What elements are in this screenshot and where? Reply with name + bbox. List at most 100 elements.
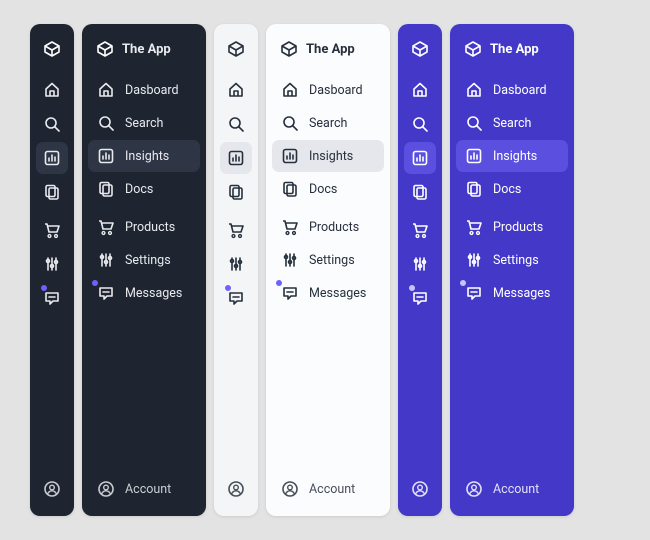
- sidebar-item-products[interactable]: Products: [88, 211, 200, 243]
- notification-dot: [460, 280, 466, 286]
- sidebar-item-settings[interactable]: Settings: [272, 244, 384, 276]
- logo-icon: [464, 40, 482, 58]
- sidebar-item-settings[interactable]: Settings: [456, 244, 568, 276]
- sidebar-item-search[interactable]: [220, 108, 252, 140]
- notification-dot: [225, 285, 231, 291]
- account-icon: [411, 480, 429, 498]
- sidebar-item-dashboard[interactable]: Dasboard: [88, 74, 200, 106]
- sidebar-item-search[interactable]: Search: [88, 107, 200, 139]
- brand: The App: [456, 34, 568, 68]
- nav-group-2: [36, 214, 68, 314]
- cart-icon: [227, 221, 245, 239]
- sidebar-item-label: Messages: [125, 286, 182, 301]
- sidebar-item-docs[interactable]: [220, 176, 252, 208]
- sidebar-item-messages[interactable]: [36, 282, 68, 314]
- sidebar-item-products[interactable]: [404, 214, 436, 246]
- sidebar-item-insights[interactable]: Insights: [456, 140, 568, 172]
- sidebar-item-label: Docs: [493, 182, 521, 197]
- sidebar-item-label: Insights: [309, 149, 353, 164]
- insights-icon: [281, 147, 299, 165]
- sidebar-item-dashboard[interactable]: Dasboard: [272, 74, 384, 106]
- sidebar-item-insights[interactable]: [36, 142, 68, 174]
- sidebar-item-products[interactable]: Products: [456, 211, 568, 243]
- sidebar-item-insights[interactable]: Insights: [88, 140, 200, 172]
- sidebar-dark-collapsed: [30, 24, 74, 516]
- sidebar-item-products[interactable]: [220, 214, 252, 246]
- message-icon: [227, 289, 245, 307]
- sidebar-item-label: Products: [125, 220, 175, 235]
- sidebar-item-account[interactable]: [34, 472, 70, 506]
- sidebar-item-settings[interactable]: [36, 248, 68, 280]
- sidebar-item-insights[interactable]: [404, 142, 436, 174]
- search-icon: [411, 115, 429, 133]
- sidebar-item-dashboard[interactable]: [404, 74, 436, 106]
- sliders-icon: [43, 255, 61, 273]
- sidebar-item-products[interactable]: [36, 214, 68, 246]
- sidebar-item-account[interactable]: Account: [88, 472, 200, 506]
- sidebar-item-messages[interactable]: Messages: [272, 277, 384, 309]
- sidebar-item-label: Settings: [125, 253, 171, 268]
- sidebar-item-docs[interactable]: Docs: [456, 173, 568, 205]
- nav-group-2: Products Settings Messages: [88, 211, 200, 309]
- notification-dot: [92, 280, 98, 286]
- sidebar-item-search[interactable]: [36, 108, 68, 140]
- docs-icon: [411, 183, 429, 201]
- sidebar-item-settings[interactable]: [220, 248, 252, 280]
- sidebar-item-search[interactable]: Search: [272, 107, 384, 139]
- search-icon: [281, 114, 299, 132]
- insights-icon: [465, 147, 483, 165]
- sidebar-item-account[interactable]: Account: [456, 472, 568, 506]
- sidebar-item-label: Dasboard: [125, 83, 179, 98]
- cart-icon: [43, 221, 61, 239]
- nav-group-2: Products Settings Messages: [272, 211, 384, 309]
- sidebar-item-docs[interactable]: [36, 176, 68, 208]
- insights-icon: [227, 149, 245, 167]
- insights-icon: [97, 147, 115, 165]
- sidebar-item-messages[interactable]: Messages: [88, 277, 200, 309]
- sidebar-item-account[interactable]: [218, 472, 254, 506]
- search-icon: [465, 114, 483, 132]
- sidebar-item-insights[interactable]: Insights: [272, 140, 384, 172]
- sidebar-item-label: Search: [309, 116, 347, 131]
- docs-icon: [43, 183, 61, 201]
- sidebar-purple-collapsed: [398, 24, 442, 516]
- account-icon: [97, 480, 115, 498]
- sidebar-item-insights[interactable]: [220, 142, 252, 174]
- nav-group-2: [220, 214, 252, 314]
- sidebar-item-messages[interactable]: [404, 282, 436, 314]
- account-icon: [281, 480, 299, 498]
- app-title: The App: [306, 42, 355, 57]
- home-icon: [227, 81, 245, 99]
- notification-dot: [409, 285, 415, 291]
- sidebar-item-search[interactable]: [404, 108, 436, 140]
- docs-icon: [281, 180, 299, 198]
- sidebar-item-account[interactable]: Account: [272, 472, 384, 506]
- sliders-icon: [227, 255, 245, 273]
- logo-icon: [227, 40, 245, 58]
- account-icon: [227, 480, 245, 498]
- sliders-icon: [411, 255, 429, 273]
- sidebar-item-search[interactable]: Search: [456, 107, 568, 139]
- cart-icon: [465, 218, 483, 236]
- sidebar-item-docs[interactable]: Docs: [88, 173, 200, 205]
- sidebar-item-docs[interactable]: Docs: [272, 173, 384, 205]
- sidebar-item-messages[interactable]: [220, 282, 252, 314]
- sidebar-item-products[interactable]: Products: [272, 211, 384, 243]
- message-icon: [411, 289, 429, 307]
- sidebar-item-dashboard[interactable]: [220, 74, 252, 106]
- sidebar-item-settings[interactable]: [404, 248, 436, 280]
- sidebar-item-account[interactable]: [402, 472, 438, 506]
- sidebar-item-messages[interactable]: Messages: [456, 277, 568, 309]
- sliders-icon: [281, 251, 299, 269]
- sidebar-item-dashboard[interactable]: Dasboard: [456, 74, 568, 106]
- sidebar-light-expanded: The App Dasboard Search Insights Docs Pr…: [266, 24, 390, 516]
- brand: The App: [88, 34, 200, 68]
- account-icon: [43, 480, 61, 498]
- logo-icon: [280, 40, 298, 58]
- logo-icon: [96, 40, 114, 58]
- sidebar-item-settings[interactable]: Settings: [88, 244, 200, 276]
- sidebar-item-dashboard[interactable]: [36, 74, 68, 106]
- brand: The App: [272, 34, 384, 68]
- search-icon: [43, 115, 61, 133]
- sidebar-item-docs[interactable]: [404, 176, 436, 208]
